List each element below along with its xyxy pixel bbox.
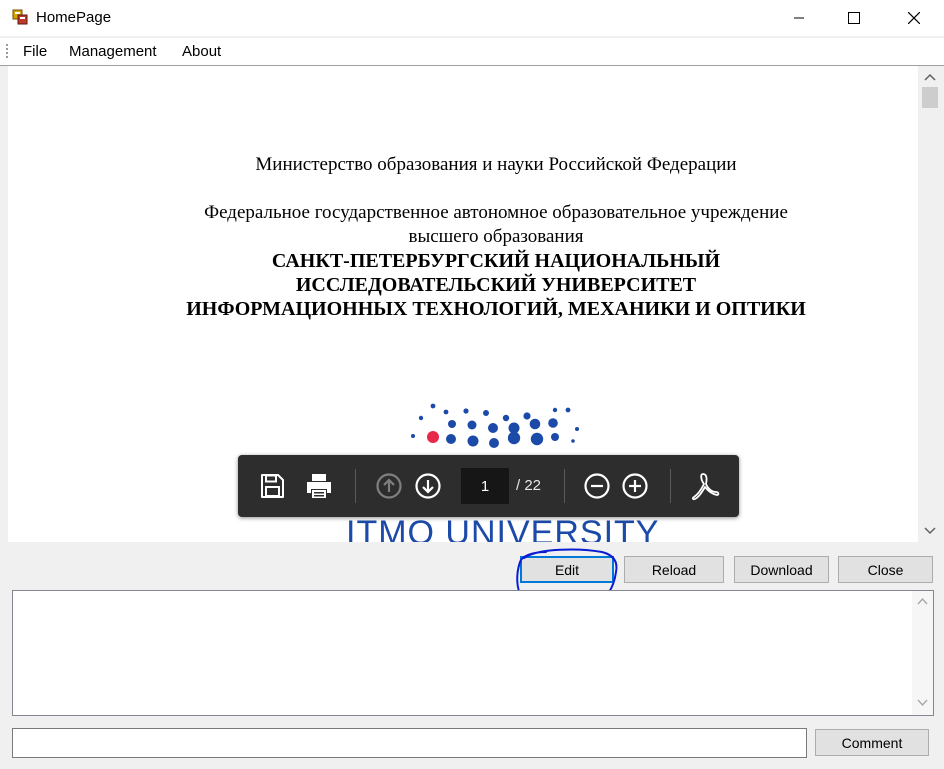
open-in-acrobat-button[interactable] xyxy=(687,468,723,504)
maximize-icon xyxy=(848,12,860,24)
itmo-logo-text: ITMO UNIVERSITY xyxy=(346,514,660,542)
scroll-down-icon[interactable] xyxy=(917,698,928,707)
save-pdf-button[interactable] xyxy=(254,468,290,504)
itmo-logo-dots-icon xyxy=(411,403,579,448)
close-button[interactable]: Close xyxy=(838,556,933,583)
comment-button[interactable]: Comment xyxy=(815,729,929,756)
menu-management[interactable]: Management xyxy=(69,43,157,60)
page-number-input[interactable]: 1 xyxy=(461,468,509,504)
acrobat-icon xyxy=(692,473,720,501)
doc-university-line-3: ИНФОРМАЦИОННЫХ ТЕХНОЛОГИЙ, МЕХАНИКИ И ОП… xyxy=(186,298,806,320)
save-icon xyxy=(261,474,284,498)
zoom-in-button[interactable] xyxy=(617,468,653,504)
window-title: HomePage xyxy=(36,9,112,26)
minimize-button[interactable] xyxy=(776,0,822,36)
doc-education-line: высшего образования xyxy=(408,226,584,247)
app-icon xyxy=(12,9,28,25)
comment-input[interactable] xyxy=(12,728,807,758)
doc-university-line-2: ИССЛЕДОВАТЕЛЬСКИЙ УНИВЕРСИТЕТ xyxy=(295,274,697,296)
page-up-icon xyxy=(376,473,402,499)
print-icon xyxy=(307,474,331,498)
pdf-toolbar: 1 / 22 xyxy=(238,455,739,517)
doc-ministry-line: Министерство образования и науки Российс… xyxy=(255,154,737,175)
scroll-up-icon[interactable] xyxy=(924,72,936,82)
print-pdf-button[interactable] xyxy=(301,468,337,504)
page-down-icon xyxy=(415,473,441,499)
page-total: / 22 xyxy=(516,477,542,494)
doc-university-line-1: САНКТ-ПЕТЕРБУРГСКИЙ НАЦИОНАЛЬНЫЙ xyxy=(271,250,721,272)
log-textarea[interactable] xyxy=(12,590,934,716)
close-window-button[interactable] xyxy=(891,0,937,36)
zoom-out-icon xyxy=(584,473,610,499)
toolbar-divider xyxy=(355,469,356,503)
zoom-out-button[interactable] xyxy=(579,468,615,504)
toolbar-divider xyxy=(670,469,671,503)
minimize-icon xyxy=(794,17,804,19)
doc-institution-line: Федеральное государственное автономное о… xyxy=(204,202,788,223)
maximize-button[interactable] xyxy=(831,0,877,36)
download-button[interactable]: Download xyxy=(734,556,829,583)
previous-page-button[interactable] xyxy=(371,468,407,504)
reload-button[interactable]: Reload xyxy=(624,556,724,583)
menu-file[interactable]: File xyxy=(23,43,47,60)
menu-about[interactable]: About xyxy=(182,43,221,60)
close-icon xyxy=(908,12,920,24)
log-scrollbar[interactable] xyxy=(912,591,933,715)
toolbar-divider xyxy=(564,469,565,503)
zoom-in-icon xyxy=(622,473,648,499)
viewer-scrollbar[interactable] xyxy=(918,66,942,542)
scroll-down-icon[interactable] xyxy=(924,526,936,536)
scroll-up-icon[interactable] xyxy=(917,597,928,606)
menu-grip-icon xyxy=(6,44,8,58)
next-page-button[interactable] xyxy=(410,468,446,504)
scrollbar-thumb[interactable] xyxy=(922,87,938,108)
